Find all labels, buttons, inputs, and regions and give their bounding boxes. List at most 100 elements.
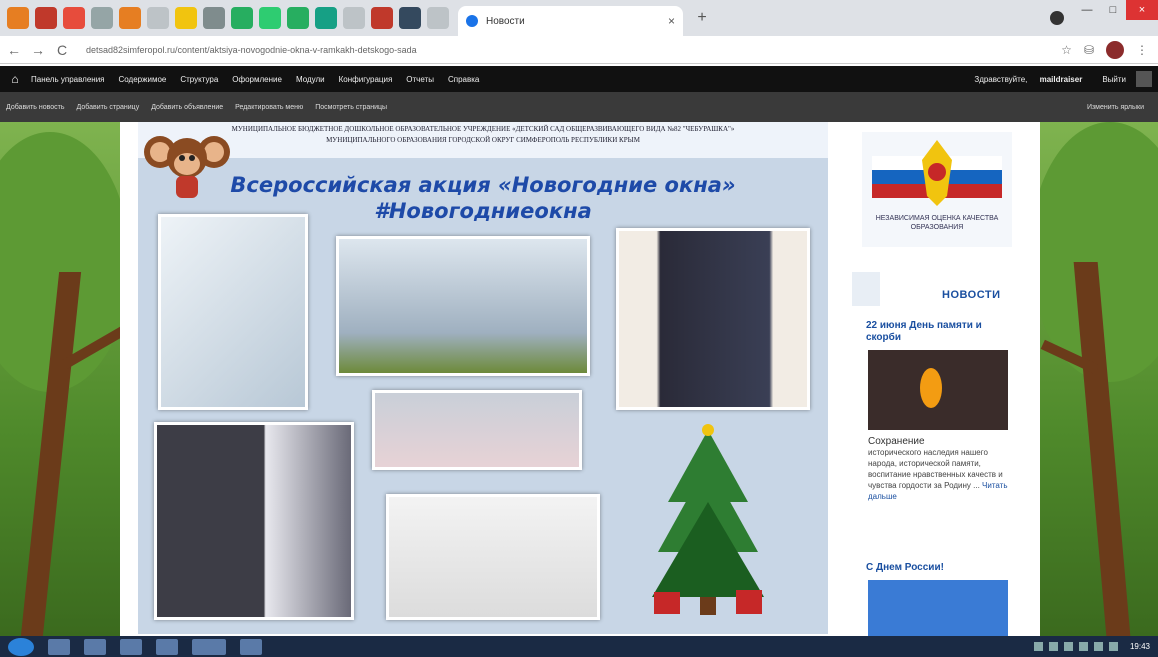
screen: Новости × + — □ × ← → C detsad82simferop… [0, 0, 1158, 657]
tab-title: Новости [486, 15, 525, 27]
shortcut-bar: Добавить новость Добавить страницу Добавит… [0, 92, 1158, 122]
windows-taskbar: 19:43 [0, 636, 1158, 657]
news-item-title-1[interactable]: 22 июня День памяти и скорби [866, 320, 1006, 344]
pinned-tab-icon[interactable] [91, 7, 113, 29]
photo-snowmen-drawing [386, 494, 600, 620]
profile-avatar[interactable] [1106, 40, 1124, 59]
pinned-tab-icon[interactable] [231, 7, 253, 29]
admin-toolbar: ⌂ Панель управления Содержимое Структура Оф… [0, 66, 1158, 92]
pen-icon [852, 272, 880, 306]
news-poster-image: МУНИЦИПАЛЬНОЕ БЮДЖЕТНОЕ ДОШКОЛЬНОЕ ОБРАЗ… [138, 122, 828, 634]
start-button[interactable] [8, 637, 34, 656]
admin-menu: Панель управления Содержимое Структура Офор… [24, 75, 486, 84]
shortcut-item[interactable]: Добавить новость [6, 104, 65, 111]
pinned-tab-icon[interactable] [35, 7, 57, 29]
browser-tab-bar: Новости × + — □ × [0, 0, 1158, 36]
pinned-tab-icon[interactable] [371, 7, 393, 29]
shortcut-item[interactable]: Добавить объявление [151, 104, 223, 111]
extensions-icon[interactable]: ⛁ [1084, 43, 1094, 57]
taskbar-chrome-icon[interactable] [192, 638, 226, 655]
pinned-tab-icon[interactable] [147, 7, 169, 29]
shortcut-item[interactable]: Редактировать меню [235, 104, 303, 111]
admin-menu-item[interactable]: Модули [296, 75, 325, 84]
news-item-title-2[interactable]: С Днем России! [866, 562, 1006, 573]
volume-icon[interactable] [1108, 642, 1118, 651]
greeting-text: Здравствуйте, [974, 74, 1028, 84]
poster-title-line1: Всероссийская акция «Новогодние окна» [230, 173, 736, 197]
quality-assessment-text: НЕЗАВИСИМАЯ ОЦЕНКА КАЧЕСТВА ОБРАЗОВАНИЯ [875, 215, 999, 231]
photo-window-curtain [158, 214, 308, 410]
admin-menu-item[interactable]: Структура [180, 75, 218, 84]
taskbar-media-icon[interactable] [120, 638, 142, 655]
taskbar-window-icon[interactable] [240, 638, 262, 655]
coat-of-arms-icon [872, 140, 1002, 206]
tray-icon[interactable] [1048, 642, 1058, 651]
pinned-tab-icon[interactable] [427, 7, 449, 29]
christmas-tree-image [652, 424, 764, 615]
pinned-tab-icon[interactable] [7, 7, 29, 29]
edit-shortcuts-link[interactable]: Изменить ярлыки [1087, 104, 1144, 111]
news-heading: НОВОСТИ [942, 289, 1001, 301]
window-controls: — □ × [1074, 0, 1158, 20]
quality-assessment-banner[interactable]: НЕЗАВИСИМАЯ ОЦЕНКА КАЧЕСТВА ОБРАЗОВАНИЯ [862, 132, 1012, 247]
tray-icon[interactable] [1063, 642, 1073, 651]
address-actions: ☆ ⛁ ⋮ [1061, 40, 1148, 59]
forward-button[interactable]: → [28, 42, 48, 58]
profile-indicator-icon[interactable] [1050, 11, 1064, 25]
taskbar-ie-icon[interactable] [48, 638, 70, 655]
admin-menu-item[interactable]: Содержимое [119, 75, 167, 84]
reload-button[interactable]: C [52, 42, 72, 58]
admin-menu-item[interactable]: Панель управления [31, 75, 105, 84]
username[interactable]: maildraiser [1040, 75, 1083, 84]
pinned-tab-icon[interactable] [175, 7, 197, 29]
photo-window-snowmen [336, 236, 590, 376]
shortcut-item[interactable]: Добавить страницу [77, 104, 140, 111]
logout-link[interactable]: Выйти [1102, 75, 1126, 84]
news-item-lead: Сохранение [868, 436, 925, 447]
pinned-tab-icon[interactable] [315, 7, 337, 29]
admin-menu-item[interactable]: Оформление [232, 75, 282, 84]
news-item-body-1: Сохранение исторического наследия нашего… [868, 436, 1008, 502]
admin-menu-item[interactable]: Справка [448, 75, 479, 84]
address-bar: ← → C detsad82simferopol.ru/content/akts… [0, 36, 1158, 64]
globe-icon [466, 15, 478, 27]
pinned-tab-icon[interactable] [63, 7, 85, 29]
pinned-tabs [4, 7, 452, 29]
minimize-button[interactable]: — [1074, 0, 1100, 20]
pinned-tab-icon[interactable] [119, 7, 141, 29]
tray-icon[interactable] [1033, 642, 1043, 651]
admin-user-area: Здравствуйте, maildraiser Выйти [954, 71, 1158, 87]
admin-menu-item[interactable]: Конфигурация [339, 75, 393, 84]
home-icon[interactable]: ⌂ [6, 72, 24, 86]
admin-menu-item[interactable]: Отчеты [406, 75, 434, 84]
news-item-image-1[interactable] [868, 350, 1008, 430]
sidebar: НЕЗАВИСИМАЯ ОЦЕНКА КАЧЕСТВА ОБРАЗОВАНИЯ … [852, 122, 1022, 636]
bookmark-star-icon[interactable]: ☆ [1061, 43, 1072, 57]
clock[interactable]: 19:43 [1130, 642, 1150, 651]
pinned-tab-icon[interactable] [399, 7, 421, 29]
pinned-tab-icon[interactable] [287, 7, 309, 29]
maximize-button[interactable]: □ [1100, 0, 1126, 20]
new-tab-button[interactable]: + [691, 7, 713, 29]
pinned-tab-icon[interactable] [259, 7, 281, 29]
photo-snow-figures [372, 390, 582, 470]
tab-close-icon[interactable]: × [668, 14, 675, 28]
pinned-tab-icon[interactable] [203, 7, 225, 29]
shortcut-item[interactable]: Посмотреть страницы [315, 104, 387, 111]
shortcut-list: Добавить новость Добавить страницу Добавит… [0, 104, 393, 111]
news-item-image-2[interactable] [868, 580, 1008, 636]
shortcut-toggle-icon[interactable] [1136, 71, 1152, 87]
close-window-button[interactable]: × [1126, 0, 1158, 20]
pinned-tab-icon[interactable] [343, 7, 365, 29]
system-tray: 19:43 [1033, 642, 1150, 651]
taskbar-app-icon[interactable] [156, 638, 178, 655]
poster-header: МУНИЦИПАЛЬНОЕ БЮДЖЕТНОЕ ДОШКОЛЬНОЕ ОБРАЗ… [138, 122, 828, 158]
tray-icon[interactable] [1078, 642, 1088, 651]
taskbar-explorer-icon[interactable] [84, 638, 106, 655]
back-button[interactable]: ← [4, 42, 24, 58]
photo-window-snowflakes [154, 422, 354, 620]
browser-menu-icon[interactable]: ⋮ [1136, 43, 1148, 57]
tab-news[interactable]: Новости × [458, 6, 683, 36]
url-field[interactable]: detsad82simferopol.ru/content/aktsiya-no… [86, 45, 1061, 55]
network-icon[interactable] [1093, 642, 1103, 651]
